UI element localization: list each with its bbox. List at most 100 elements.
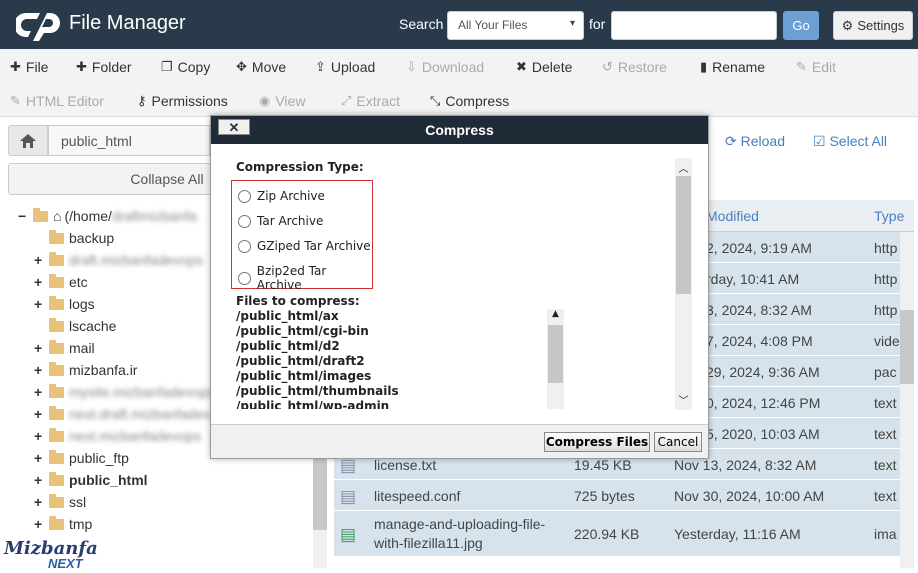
tree-item[interactable]: + etc <box>34 273 88 290</box>
tree-item[interactable]: + mysite.mizbanfadevops <box>34 383 215 400</box>
table-row[interactable]: ▤ litespeed.conf 725 bytes Nov 30, 2024, 10… <box>334 480 900 511</box>
tree-item[interactable]: backup <box>34 229 114 246</box>
cell-modified: 0, 2024, 12:46 PM <box>706 395 821 411</box>
html-editor-button[interactable]: ✎ HTML Editor <box>10 93 104 109</box>
new-folder-button[interactable]: ✚ Folder <box>76 59 132 75</box>
move-button[interactable]: ✥ Move <box>236 59 286 75</box>
rename-button[interactable]: ▮ Rename <box>700 59 765 75</box>
tree-item[interactable]: lscache <box>34 317 116 334</box>
upload-button[interactable]: ⇪ Upload <box>315 59 375 75</box>
tree-root[interactable]: − ⌂ (/home/ draftmizbanfa <box>18 207 197 224</box>
tree-item[interactable]: + mail <box>34 339 95 356</box>
cell-name: license.txt <box>374 457 437 473</box>
radio-gzip[interactable]: GZiped Tar Archive <box>238 239 371 253</box>
folder-icon <box>49 273 64 288</box>
expand-icon[interactable]: + <box>34 472 46 488</box>
cell-type: text <box>874 426 897 442</box>
reload-button[interactable]: ⟳ Reload <box>725 133 785 150</box>
list-scrollbar[interactable] <box>900 232 914 568</box>
tree-item[interactable]: + mizbanfa.ir <box>34 361 138 378</box>
expand-icon[interactable]: + <box>34 516 46 532</box>
radio-label: Bzip2ed Tar Archive <box>256 264 327 292</box>
expand-icon[interactable]: + <box>34 296 46 312</box>
download-button[interactable]: ⇩ Download <box>406 59 484 75</box>
col-type[interactable]: Type <box>874 208 904 224</box>
file-entry: /public_html/cgi-bin <box>236 324 369 338</box>
go-button[interactable]: Go <box>783 11 819 40</box>
settings-button[interactable]: ⚙ Settings <box>833 11 913 40</box>
new-file-button[interactable]: ✚ File <box>10 59 48 75</box>
radio-label: Tar Archive <box>257 214 324 228</box>
app-title: File Manager <box>69 12 186 34</box>
tree-item[interactable]: + draft.mizbanfadevops <box>34 251 203 268</box>
dialog-scrollbar-thumb[interactable] <box>676 176 691 294</box>
radio-label: GZiped Tar Archive <box>257 239 371 253</box>
edit-button[interactable]: ✎ Edit <box>796 59 836 75</box>
tree-item[interactable]: + next.draft.mizbanfadev <box>34 405 211 422</box>
expand-icon[interactable]: + <box>34 406 46 422</box>
expand-icon[interactable]: + <box>34 428 46 444</box>
tree-item[interactable]: + logs <box>34 295 95 312</box>
list-scrollbar-thumb[interactable] <box>900 310 914 384</box>
tree-item[interactable]: + tmp <box>34 515 92 532</box>
cell-type: text <box>874 487 897 504</box>
permissions-button[interactable]: ⚷ Permissions <box>137 93 228 109</box>
expand-icon[interactable]: + <box>34 450 46 466</box>
tree-item-label: logs <box>69 296 95 312</box>
view-button[interactable]: ◉ View <box>259 93 305 109</box>
tree-item-label: mizbanfa.ir <box>69 362 138 378</box>
folder-icon <box>49 251 64 266</box>
file-entry: /public_html/draft2 <box>236 354 365 368</box>
folder-icon <box>49 383 64 398</box>
tree-item[interactable]: + public_html <box>34 471 148 488</box>
select-all-button[interactable]: ☑ Select All <box>813 133 887 150</box>
cell-size: 220.94 KB <box>574 526 640 542</box>
extract-button[interactable]: ⤢ Extract <box>341 93 400 109</box>
tree-item[interactable]: + public_ftp <box>34 449 129 466</box>
expand-icon[interactable]: + <box>34 252 46 268</box>
expand-icon[interactable]: + <box>34 274 46 290</box>
compress-button[interactable]: ⤡ Compress <box>430 93 509 109</box>
col-modified[interactable]: Modified <box>706 208 759 224</box>
files-label: Files to compress: <box>236 294 360 308</box>
tree-item[interactable]: + ssl <box>34 493 86 510</box>
copy-button[interactable]: ❐ Copy <box>161 59 210 75</box>
expand-icon[interactable]: + <box>34 494 46 510</box>
button-label: Copy <box>177 59 211 75</box>
button-label: Extract <box>356 93 400 109</box>
button-label: HTML Editor <box>25 93 104 109</box>
radio-tar[interactable]: Tar Archive <box>238 214 323 228</box>
expand-icon[interactable]: + <box>34 340 46 356</box>
search-scope-select[interactable]: All Your Files ▾ <box>447 11 584 40</box>
home-icon <box>20 133 36 148</box>
tree-item[interactable]: + next.mizbanfadevops <box>34 427 201 444</box>
chevron-up-icon[interactable]: ︿ <box>675 160 692 175</box>
delete-button[interactable]: ✖ Delete <box>516 59 572 75</box>
radio-bzip2[interactable]: Bzip2ed Tar Archive <box>238 264 372 292</box>
cancel-button[interactable]: Cancel <box>654 432 702 452</box>
dialog-title: Compress <box>211 116 708 144</box>
files-scrollbar-thumb[interactable] <box>548 325 563 383</box>
file-entry: /public_html/d2 <box>236 339 340 353</box>
table-row[interactable]: ▤ manage-and-uploading-file-with-filezill… <box>334 511 900 557</box>
tree-item-label: public_ftp <box>69 450 129 466</box>
expand-icon[interactable]: + <box>34 362 46 378</box>
search-input[interactable] <box>611 11 777 40</box>
home-button[interactable] <box>8 125 48 156</box>
close-button[interactable]: ✕ <box>218 119 250 135</box>
radio-zip[interactable]: Zip Archive <box>238 189 325 203</box>
cell-modified: 3, 2024, 8:32 AM <box>706 302 812 318</box>
scroll-up-icon[interactable]: ▲ <box>547 309 564 323</box>
reload-label: Reload <box>740 133 785 149</box>
path-input[interactable]: public_html <box>48 125 210 156</box>
expand-icon[interactable]: + <box>34 384 46 400</box>
cell-type: vide <box>874 333 900 349</box>
folder-icon <box>49 361 64 376</box>
compress-files-button[interactable]: Compress Files <box>544 432 650 452</box>
undo-icon: ↺ <box>602 59 613 74</box>
button-label: Permissions <box>151 93 228 109</box>
chevron-down-icon[interactable]: ﹀ <box>675 392 692 407</box>
restore-button[interactable]: ↺ Restore <box>602 59 667 75</box>
cell-modified: Nov 30, 2024, 10:00 AM <box>674 487 825 504</box>
button-label: Folder <box>91 59 132 75</box>
